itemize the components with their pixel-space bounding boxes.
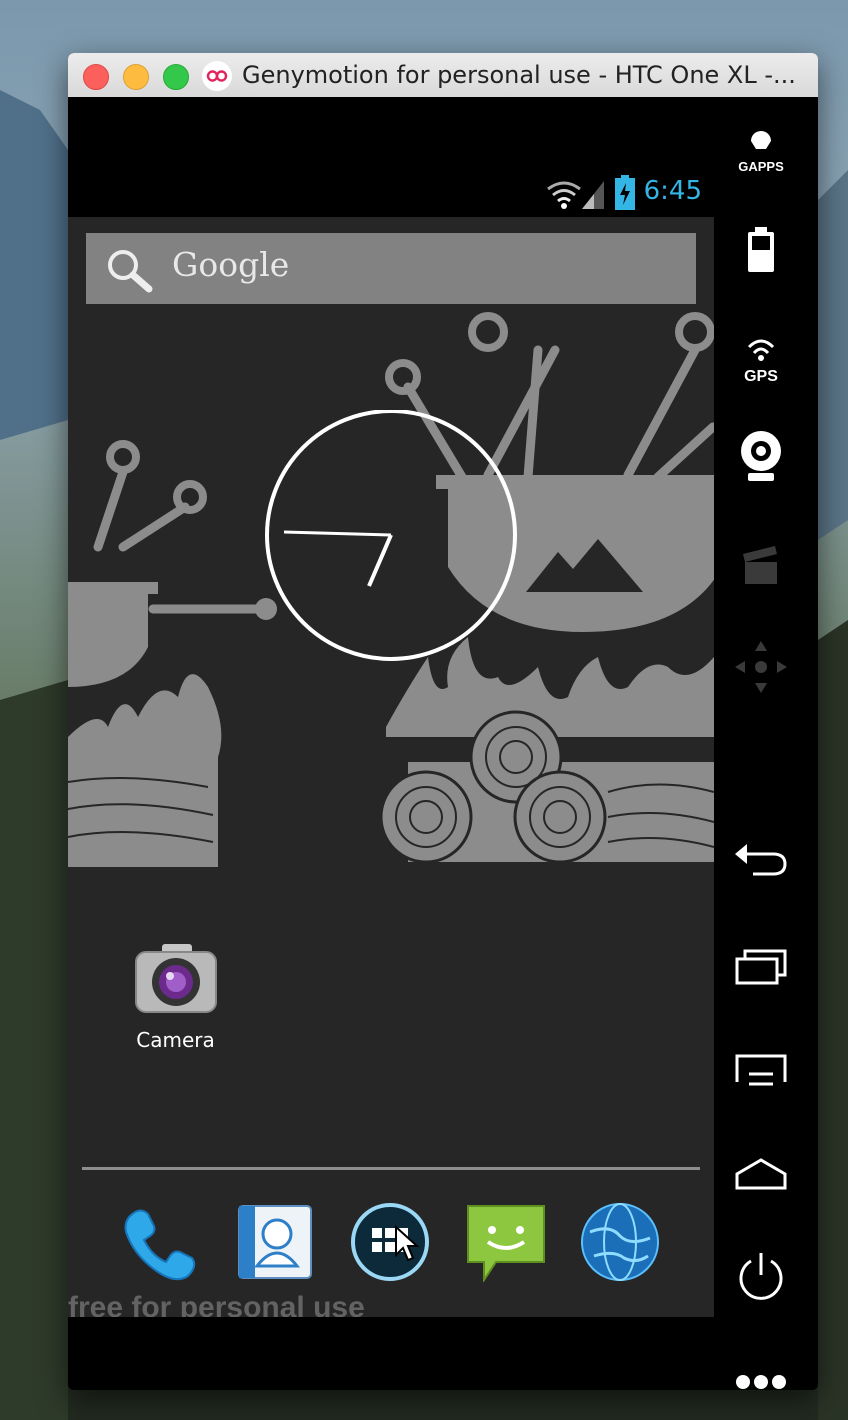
back-icon <box>735 844 787 876</box>
title-bar: Genymotion for personal use - HTC One XL… <box>68 53 818 98</box>
wifi-signal-icon <box>547 181 604 209</box>
gapps-button[interactable]: GAPPS <box>731 117 791 177</box>
dpad-icon <box>735 641 787 693</box>
genymotion-sidebar: GAPPS GPS <box>714 97 818 1390</box>
browser-icon <box>581 1203 659 1281</box>
gapps-icon: GAPPS <box>738 130 784 174</box>
gps-button[interactable]: GPS <box>731 327 791 387</box>
status-bar: 6:45 <box>68 171 714 217</box>
analog-clock-widget[interactable] <box>263 410 519 666</box>
contacts-dock-button[interactable] <box>235 1202 315 1282</box>
webcam-icon <box>741 431 781 481</box>
search-icon <box>108 250 153 293</box>
personal-use-watermark: free for personal use <box>68 1291 365 1317</box>
home-icon <box>735 1158 787 1190</box>
power-button[interactable] <box>731 1247 791 1307</box>
recent-apps-button[interactable] <box>731 937 791 997</box>
menu-icon <box>735 1054 787 1086</box>
google-search-bar[interactable]: Google <box>86 233 696 304</box>
more-icon <box>736 1375 786 1389</box>
phone-dock-button[interactable] <box>118 1202 198 1282</box>
battery-charging-icon <box>615 175 635 210</box>
recent-apps-icon <box>735 949 787 985</box>
power-icon <box>739 1253 783 1300</box>
search-label: Google <box>172 245 290 284</box>
battery-icon <box>748 227 774 272</box>
wallpaper-illustration <box>68 312 714 867</box>
home-screen: Google Camera free for personal use <box>68 217 714 1317</box>
genymotion-app-icon <box>202 61 232 91</box>
contacts-icon <box>238 1205 312 1279</box>
mouse-cursor-icon <box>395 1225 420 1262</box>
screencast-icon <box>743 546 777 584</box>
screencast-button[interactable] <box>731 535 791 595</box>
dock-divider <box>82 1167 700 1170</box>
dpad-button[interactable] <box>731 637 791 697</box>
minimize-window-button[interactable] <box>123 64 149 90</box>
maximize-window-button[interactable] <box>163 64 189 90</box>
close-window-button[interactable] <box>83 64 109 90</box>
battery-button[interactable] <box>731 220 791 280</box>
phone-icon <box>124 1209 196 1281</box>
camera-app-shortcut[interactable]: Camera <box>123 942 228 1052</box>
genymotion-window: Genymotion for personal use - HTC One XL… <box>68 53 818 1390</box>
messaging-icon <box>467 1205 545 1284</box>
more-options-button[interactable] <box>731 1352 791 1390</box>
webcam-button[interactable] <box>731 427 791 487</box>
camera-label: Camera <box>136 1028 215 1052</box>
gapps-label: GAPPS <box>738 159 784 174</box>
gps-icon: GPS <box>744 339 778 385</box>
camera-icon <box>134 944 217 1013</box>
messaging-dock-button[interactable] <box>466 1202 546 1284</box>
status-time: 6:45 <box>643 176 702 206</box>
gps-label: GPS <box>744 368 778 385</box>
android-screen: 6:45 Google Camera free for personal use <box>68 97 714 1390</box>
back-button[interactable] <box>731 830 791 890</box>
home-button[interactable] <box>731 1144 791 1204</box>
window-title: Genymotion for personal use - HTC One XL… <box>242 61 796 89</box>
menu-button[interactable] <box>731 1042 791 1102</box>
browser-dock-button[interactable] <box>580 1202 660 1282</box>
